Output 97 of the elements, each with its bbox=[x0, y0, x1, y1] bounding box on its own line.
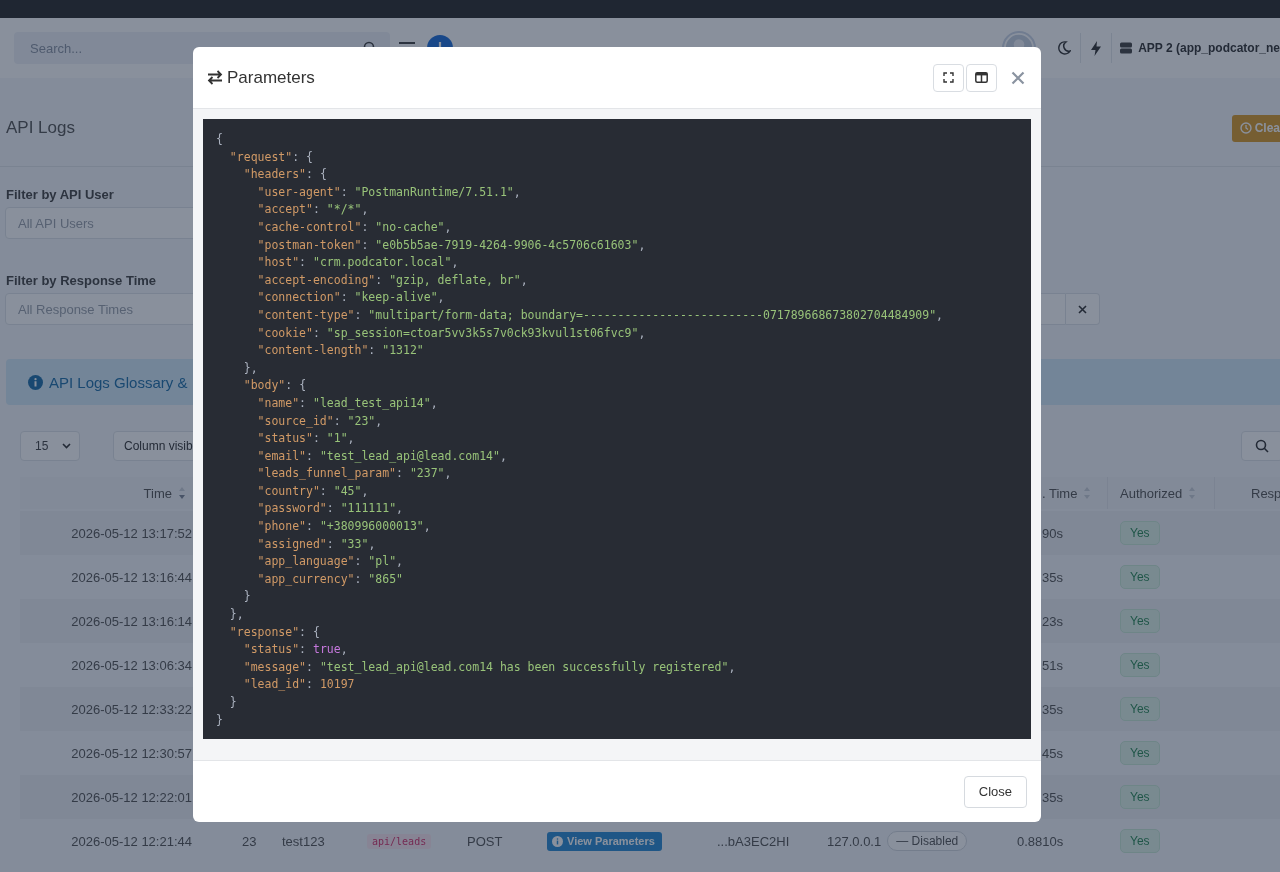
table-cell-text: 23s bbox=[1041, 613, 1064, 629]
table-cell-text: 2026-05-12 12:30:57 bbox=[70, 745, 193, 761]
table-cell-text: 45s bbox=[1041, 745, 1064, 761]
moon-icon[interactable] bbox=[1057, 41, 1072, 55]
column-header[interactable]: Time bbox=[143, 485, 172, 501]
code-line: "cache-control": "no-cache", bbox=[256, 218, 452, 236]
server-icon[interactable] bbox=[1120, 42, 1133, 54]
split-view-button[interactable] bbox=[966, 63, 997, 92]
code-line: "country": "45", bbox=[256, 482, 369, 500]
clock-icon bbox=[1239, 122, 1252, 134]
code-line: }, bbox=[228, 606, 244, 624]
table-cell-text: 90s bbox=[1041, 525, 1064, 541]
table-cell-text: 2026-05-12 13:06:34 bbox=[70, 657, 193, 673]
authorized-badge: Yes bbox=[1120, 697, 1160, 721]
sort-icon[interactable] bbox=[178, 486, 186, 500]
column-header[interactable]: . Time bbox=[1042, 485, 1078, 501]
view-parameters-button[interactable]: View Parameters bbox=[547, 831, 662, 851]
code-line: "postman-token": "e0b5b5ae-7919-4264-9906-4c5706c61603", bbox=[256, 236, 646, 254]
table-cell-text: 2026-05-12 13:16:14 bbox=[70, 613, 193, 629]
code-line: "email": "test_lead_api@lead.com14", bbox=[256, 447, 507, 465]
table-cell-text: 2026-05-12 12:22:01 bbox=[70, 789, 193, 805]
authorized-badge: Yes bbox=[1120, 565, 1160, 589]
banner-text: API Logs Glossary & bbox=[49, 373, 188, 391]
authorized-badge: Yes bbox=[1120, 609, 1160, 633]
app-switcher[interactable]: APP 2 (app_podcator_ne bbox=[1138, 41, 1280, 55]
code-line: "host": "crm.podcator.local", bbox=[256, 254, 459, 272]
code-line: "connection": "keep-alive", bbox=[256, 289, 445, 307]
close-icon bbox=[1078, 304, 1087, 314]
code-line: "leads_funnel_param": "237", bbox=[256, 465, 452, 483]
code-line: "password": "111111", bbox=[256, 500, 403, 518]
info-icon bbox=[28, 374, 43, 390]
table-cell-text: 2026-05-12 12:21:44 bbox=[70, 833, 193, 849]
page-title: API Logs bbox=[6, 118, 75, 138]
search-icon bbox=[1255, 439, 1269, 453]
info-icon bbox=[552, 835, 563, 847]
table-cell-text: test123 bbox=[281, 833, 326, 849]
code-line: "content-type": "multipart/form-data; boundary=--------------------------071789668673802704484909", bbox=[256, 306, 944, 324]
code-line: "app_language": "pl", bbox=[256, 553, 403, 571]
code-line: "status": true, bbox=[242, 641, 348, 659]
code-line: "cookie": "sp_session=ctoar5vv3k5s7v0ck93kvul1st06fvc9", bbox=[256, 324, 646, 342]
column-header[interactable]: Authorized bbox=[1120, 485, 1183, 501]
authorized-badge: Yes bbox=[1120, 653, 1160, 677]
code-line: "message": "test_lead_api@lead.com14 has been successfully registered", bbox=[242, 658, 736, 676]
authorized-badge: Yes bbox=[1120, 829, 1160, 853]
code-line: { bbox=[216, 131, 223, 148]
close-button[interactable]: Close bbox=[963, 775, 1027, 808]
code-line: "assigned": "33", bbox=[256, 535, 376, 553]
code-line: "app_currency": "865" bbox=[256, 570, 403, 588]
code-line: "content-length": "1312" bbox=[256, 342, 424, 360]
table-cell-text: ...bA3EC2HI bbox=[716, 833, 791, 849]
ip-address: 127.0.0.1 bbox=[827, 833, 882, 849]
fullscreen-button[interactable] bbox=[933, 63, 964, 92]
table-cell-text: 2026-05-12 13:16:44 bbox=[70, 569, 193, 585]
code-line: "accept": "*/*", bbox=[256, 201, 369, 219]
columns-icon bbox=[975, 72, 988, 83]
code-line: "headers": { bbox=[242, 166, 327, 184]
code-line: } bbox=[216, 711, 223, 729]
swap-icon bbox=[207, 70, 223, 85]
table-cell-text: 51s bbox=[1041, 657, 1064, 673]
dialog-title: Parameters bbox=[227, 67, 315, 88]
authorized-badge: Yes bbox=[1120, 521, 1160, 545]
table-cell-text: 35s bbox=[1041, 569, 1064, 585]
code-line: "request": { bbox=[228, 148, 313, 166]
close-button[interactable] bbox=[1011, 70, 1025, 85]
clear-button[interactable]: Clea bbox=[1231, 114, 1280, 142]
chevron-icon bbox=[62, 443, 71, 449]
table-cell-text: POST bbox=[466, 833, 504, 849]
filter-label: Filter by Response Time bbox=[6, 273, 157, 288]
code-line: "name": "lead_test_api14", bbox=[256, 394, 438, 412]
code-line: "lead_id": 10197 bbox=[242, 676, 355, 694]
clear-filter-button[interactable] bbox=[1066, 293, 1100, 325]
code-line: "status": "1", bbox=[256, 430, 355, 448]
authorized-badge: Yes bbox=[1120, 785, 1160, 809]
table-cell-text: 2026-05-12 13:17:52 bbox=[70, 525, 193, 541]
code-line: } bbox=[228, 694, 237, 711]
code-line: "phone": "+380996000013", bbox=[256, 518, 431, 536]
code-line: "body": { bbox=[242, 377, 307, 395]
expand-icon bbox=[943, 72, 954, 83]
code-line: }, bbox=[242, 359, 258, 377]
close-icon bbox=[1011, 70, 1025, 85]
filter-label: Filter by API User bbox=[6, 187, 114, 202]
authorized-badge: Yes bbox=[1120, 741, 1160, 765]
code-line: } bbox=[242, 588, 251, 606]
table-cell-text: 23 bbox=[241, 833, 258, 849]
search-button[interactable] bbox=[1241, 431, 1280, 461]
status-badge: — Disabled bbox=[887, 831, 968, 851]
code-line: "user-agent": "PostmanRuntime/7.51.1", bbox=[256, 183, 521, 201]
code-line: "accept-encoding": "gzip, deflate, br", bbox=[256, 271, 528, 289]
code-line: "response": { bbox=[228, 623, 320, 641]
bolt-icon[interactable] bbox=[1090, 40, 1103, 56]
table-cell-text: 0.8810s bbox=[1016, 833, 1065, 849]
column-header[interactable]: Resp bbox=[1251, 485, 1280, 501]
table-cell-text: 35s bbox=[1041, 701, 1064, 717]
page-size-select[interactable]: 15 bbox=[20, 431, 80, 461]
code-line: "source_id": "23", bbox=[256, 412, 383, 430]
table-cell-text: 2026-05-12 12:33:22 bbox=[70, 701, 193, 717]
endpoint-tag: api/leads bbox=[367, 833, 432, 849]
